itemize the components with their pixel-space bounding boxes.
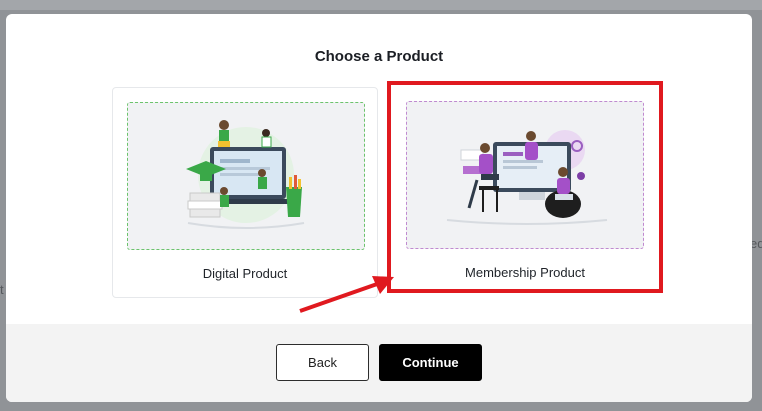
digital-product-card[interactable]: Digital Product: [112, 87, 378, 298]
digital-product-image: [186, 120, 305, 229]
back-button[interactable]: Back: [276, 344, 369, 381]
background-app-header: [0, 0, 762, 10]
membership-product-illustration: [406, 101, 644, 249]
choose-product-modal: Choose a Product Digital Product Members…: [6, 14, 752, 402]
membership-product-label: Membership Product: [465, 265, 585, 280]
modal-title: Choose a Product: [314, 48, 444, 65]
background-text-fragment: t: [0, 282, 4, 297]
membership-product-image: [446, 130, 608, 225]
digital-product-illustration: [127, 102, 365, 250]
membership-product-card[interactable]: Membership Product: [392, 87, 658, 298]
modal-footer: Back Continue: [6, 324, 752, 402]
continue-button[interactable]: Continue: [379, 344, 482, 381]
digital-product-label: Digital Product: [202, 266, 288, 281]
